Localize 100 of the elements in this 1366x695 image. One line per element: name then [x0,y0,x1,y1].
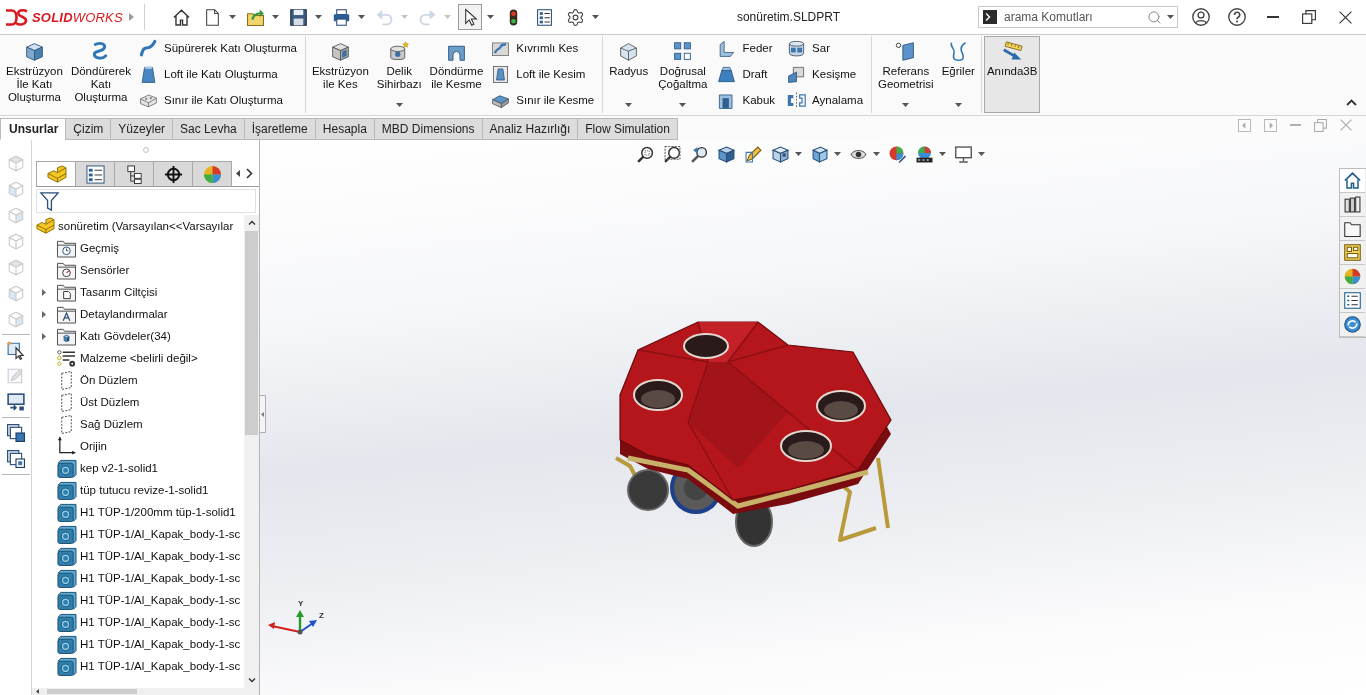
ribbon-button[interactable]: Sar [784,36,869,60]
ribbon-button[interactable]: Kabuk [714,88,781,112]
command-tab[interactable]: Yüzeyler [110,118,174,140]
task-pane-button[interactable] [1340,289,1365,313]
tree-item[interactable]: Orijin [79,439,108,453]
tree-item[interactable]: H1 TÜP-1/200mm tüp-1-solid1 [79,505,237,519]
filter-field[interactable] [36,189,256,213]
ribbon-button[interactable]: Kıvrımlı Kes [488,36,600,60]
tree-item[interactable]: H1 TÜP-1/Al_Kapak_body-1-sc [79,659,242,673]
caret-icon[interactable] [978,152,985,156]
search-field[interactable]: arama Komutları [978,6,1178,28]
splitter-handle[interactable] [260,395,266,433]
tree-item[interactable]: Üst Düzlem [79,395,141,409]
caret-icon[interactable] [487,15,494,19]
view-toolbar-button[interactable] [716,144,736,164]
tree-item[interactable]: Ön Düzlem [79,373,139,387]
chevron-right-icon[interactable] [246,168,253,179]
scrollbar-thumb[interactable] [47,689,137,694]
horizontal-scrollbar[interactable] [32,688,259,695]
ribbon-button[interactable]: Delik Sihirbazı [373,36,425,113]
ribbon-button[interactable]: Sınır ile Kesme [488,88,600,112]
ribbon-button[interactable]: Draft [714,62,781,86]
tree-item[interactable]: H1 TÜP-1/Al_Kapak_body-1-sc [79,527,242,541]
ribbon-button[interactable]: Feder [714,36,781,60]
ribbon-button[interactable]: Ekstrüzyon İle Katı Oluşturma [3,36,66,113]
vertical-scrollbar[interactable] [244,215,259,688]
caret-icon[interactable] [358,15,365,19]
task-pane-button[interactable] [1340,193,1365,217]
task-pane-button[interactable] [1340,169,1365,193]
command-tab[interactable]: Analiz Hazırlığı [481,118,579,140]
ribbon-button[interactable]: Loft ile Kesim [488,62,600,86]
caret-left-icon[interactable] [36,689,39,694]
solid-body-icon [57,590,76,610]
expand-arrow-icon[interactable] [42,288,46,296]
tree-item[interactable]: H1 TÜP-1/Al_Kapak_body-1-sc [79,549,242,563]
task-pane-button[interactable] [1340,241,1365,265]
caret-icon[interactable] [272,15,279,19]
view-toolbar-button[interactable] [809,144,829,164]
command-tab[interactable]: Çizim [65,118,112,140]
tree-item[interactable]: H1 TÜP-1/Al_Kapak_body-1-sc [79,593,242,607]
command-tab[interactable]: İşaretleme [243,118,316,140]
tree-item[interactable]: H1 TÜP-1/Al_Kapak_body-1-sc [79,571,242,585]
tree-item[interactable]: H1 TÜP-1/Al_Kapak_body-1-sc [79,615,242,629]
view-toolbar-button[interactable] [770,144,790,164]
tree-item[interactable]: Sensörler [79,263,131,277]
panel-tab[interactable] [114,161,154,186]
rounded-box-icon [618,41,640,62]
panel-tab[interactable] [153,161,193,186]
command-tab[interactable]: Sac Levha [172,118,245,140]
caret-left-icon[interactable] [236,170,240,177]
tree-item[interactable]: Geçmiş [79,241,120,255]
expand-arrow-icon[interactable] [42,310,46,318]
chevron-down-icon[interactable] [247,678,256,683]
ribbon-button[interactable]: Sınır ile Katı Oluşturma [136,88,302,112]
view-toolbar-button[interactable] [953,144,973,164]
command-tab[interactable]: Flow Simulation [577,118,678,140]
view-toolbar-button[interactable] [914,144,934,164]
caret-icon[interactable] [939,152,946,156]
view-toolbar-button[interactable] [662,144,682,164]
wrapped-cylinder-icon [787,38,807,58]
caret-icon[interactable] [229,15,236,19]
chevron-up-icon[interactable] [1346,99,1357,106]
caret-icon[interactable] [834,152,841,156]
caret-icon[interactable] [795,152,802,156]
ribbon-button[interactable]: Süpürerek Katı Oluşturma [136,36,302,60]
ribbon-button[interactable]: Aynalama [784,88,869,112]
tree-item[interactable]: Malzeme <belirli değil> [79,351,199,365]
ribbon-button[interactable]: Eğriler [938,36,978,113]
tree-item[interactable]: Sağ Düzlem [79,417,144,431]
ribbon-button[interactable]: Doğrusal Çoğaltma [655,36,711,113]
toolbar-button[interactable] [458,4,482,30]
ribbon-button[interactable]: Radyus [606,36,652,113]
ribbon-button[interactable]: Ekstrüzyon ile Kes [308,36,372,113]
caret-icon[interactable] [873,152,880,156]
command-tab[interactable]: Hesapla [314,118,375,140]
tree-item[interactable]: Katı Gövdeler(34) [79,329,172,343]
command-tab[interactable]: Unsurlar [0,118,67,140]
caret-icon[interactable] [592,15,599,19]
ribbon-button[interactable]: Anında3B [983,36,1041,113]
tree-item[interactable]: Tasarım Ciltçisi [79,285,159,299]
ribbon-button[interactable]: Döndürerek Katı Oluşturma [67,36,134,113]
view-toolbar-button[interactable] [635,144,655,164]
view-toolbar-button[interactable] [689,144,709,164]
task-pane-button[interactable] [1340,217,1365,241]
tree-item[interactable]: tüp tutucu revize-1-solid1 [79,483,210,497]
scrollbar-thumb[interactable] [245,231,258,435]
tree-item[interactable]: H1 TÜP-1/Al_Kapak_body-1-sc [79,637,242,651]
ribbon-button[interactable]: Döndürme ile Kesme [426,36,487,113]
grip-icon[interactable] [142,147,149,153]
chevron-up-icon[interactable] [247,220,256,225]
tree-item[interactable]: kep v2-1-solid1 [79,461,159,475]
tree-root-item[interactable]: sonüretim (Varsayılan<<Varsayılar [57,219,235,233]
task-pane-button[interactable] [1340,313,1365,337]
expand-arrow-icon[interactable] [42,332,46,340]
ribbon-button[interactable]: Kesişme [784,62,869,86]
command-tab[interactable]: MBD Dimensions [373,118,483,140]
ribbon-button[interactable]: Referans Geometrisi [875,36,937,113]
tree-item[interactable]: Detaylandırmalar [79,307,169,321]
caret-icon[interactable] [315,15,322,19]
ribbon-button[interactable]: Loft ile Katı Oluşturma [136,62,302,86]
